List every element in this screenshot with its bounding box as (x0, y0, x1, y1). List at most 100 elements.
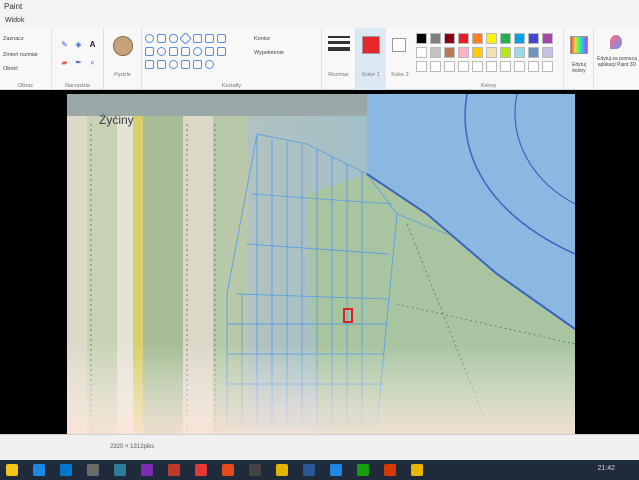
shapes-gallery[interactable] (145, 32, 243, 74)
pencil-icon[interactable]: ✎ (60, 40, 69, 49)
color-swatch[interactable] (486, 33, 497, 44)
title-bar: Paint (0, 0, 639, 14)
custom-color-slot[interactable] (416, 61, 427, 72)
taskbar-app-icon[interactable] (411, 464, 423, 476)
taskbar-app-icon[interactable] (6, 464, 18, 476)
color-swatch[interactable] (472, 33, 483, 44)
color1-button[interactable]: Kolor 1 (356, 28, 386, 90)
cloud-shape-icon[interactable] (169, 60, 178, 69)
arrow-down-shape-icon[interactable] (181, 47, 190, 56)
brush-icon[interactable] (113, 36, 133, 56)
arrow-right-shape-icon[interactable] (145, 47, 154, 56)
custom-color-slot[interactable] (500, 61, 511, 72)
custom-color-slot[interactable] (430, 61, 441, 72)
star-six-shape-icon[interactable] (193, 60, 202, 69)
curve-shape-icon[interactable] (145, 60, 154, 69)
taskbar-app-icon[interactable] (168, 464, 180, 476)
magnifier-icon[interactable]: ⌕ (88, 58, 97, 67)
taskbar-app-icon[interactable] (249, 464, 261, 476)
fill-dropdown[interactable]: Wypełnienie (254, 50, 284, 56)
color-swatch[interactable] (430, 47, 441, 58)
color-swatch[interactable] (444, 33, 455, 44)
outline-dropdown[interactable]: Kontur (254, 36, 270, 42)
polygon-shape-icon[interactable] (157, 60, 166, 69)
taskbar-app-icon[interactable] (141, 464, 153, 476)
rectangle-shape-icon[interactable] (157, 34, 166, 43)
colors-group: Kolory (414, 28, 564, 90)
color-swatch[interactable] (514, 47, 525, 58)
menu-view[interactable]: Widok (0, 14, 29, 28)
heart-shape-icon[interactable] (205, 47, 214, 56)
arrow-up-shape-icon[interactable] (169, 47, 178, 56)
callout-shape-icon[interactable] (193, 47, 202, 56)
rotate-button[interactable]: Obróć (3, 66, 18, 72)
ribbon: Zaznacz Zmień rozmiar Obróć Obraz ✎ ◈ A … (0, 28, 639, 90)
taskbar-app-icon[interactable] (330, 464, 342, 476)
pentagon-shape-icon[interactable] (193, 34, 202, 43)
color-swatch[interactable] (528, 33, 539, 44)
size-group[interactable]: Rozmiar (322, 28, 356, 90)
color-swatch[interactable] (542, 33, 553, 44)
image-group-label: Obraz (18, 83, 33, 89)
taskbar-app-icon[interactable] (384, 464, 396, 476)
custom-color-slot[interactable] (444, 61, 455, 72)
triangle-shape-icon[interactable] (217, 34, 226, 43)
color-swatch[interactable] (416, 33, 427, 44)
canvas-image[interactable]: Żyćiny (67, 94, 575, 434)
paint3d-icon (610, 35, 622, 49)
custom-color-slot[interactable] (528, 61, 539, 72)
hexagon-shape-icon[interactable] (205, 34, 214, 43)
color1-label: Kolor 1 (362, 72, 380, 78)
color-swatch[interactable] (486, 47, 497, 58)
color-swatch[interactable] (458, 47, 469, 58)
speech-bubble-shape-icon[interactable] (205, 60, 214, 69)
custom-color-slot[interactable] (542, 61, 553, 72)
taskbar-app-icon[interactable] (33, 464, 45, 476)
window-title: Paint (4, 2, 23, 11)
fill-icon[interactable]: ◈ (74, 40, 83, 49)
taskbar: 21:42 (0, 460, 639, 480)
color-swatch[interactable] (444, 47, 455, 58)
star-shape-icon[interactable] (157, 47, 166, 56)
edit-colors-button[interactable]: Edytuj kolory (564, 28, 594, 90)
color2-button[interactable]: Kolor 2 (386, 28, 414, 90)
text-icon[interactable]: A (88, 40, 97, 49)
paint-window: Paint Widok Zaznacz Zmień rozmiar Obróć … (0, 0, 639, 480)
color-picker-icon[interactable]: ✒ (74, 58, 83, 67)
color-wheel-icon (570, 36, 588, 54)
custom-color-slot[interactable] (514, 61, 525, 72)
eraser-icon[interactable]: ▰ (60, 58, 69, 67)
resize-button[interactable]: Zmień rozmiar (3, 52, 38, 58)
taskbar-app-icon[interactable] (357, 464, 369, 476)
taskbar-app-icon[interactable] (60, 464, 72, 476)
color-swatch[interactable] (500, 33, 511, 44)
taskbar-clock: 21:42 (597, 465, 615, 472)
custom-color-slot[interactable] (458, 61, 469, 72)
color-swatch[interactable] (500, 47, 511, 58)
brushes-group[interactable]: Pędzle (104, 28, 142, 90)
taskbar-app-icon[interactable] (222, 464, 234, 476)
taskbar-app-icon[interactable] (87, 464, 99, 476)
select-button[interactable]: Zaznacz (3, 36, 24, 42)
color-swatch[interactable] (542, 47, 553, 58)
rounded-rectangle-shape-icon[interactable] (169, 34, 178, 43)
color-swatch[interactable] (430, 33, 441, 44)
diamond-shape-icon[interactable] (179, 32, 192, 45)
map-place-label: Żyćiny (99, 113, 134, 127)
paint3d-button[interactable]: Edytuj za pomocą aplikacji Paint 3D (594, 28, 639, 90)
oval-shape-icon[interactable] (145, 34, 154, 43)
color-swatch[interactable] (514, 33, 525, 44)
taskbar-app-icon[interactable] (303, 464, 315, 476)
custom-color-slot[interactable] (486, 61, 497, 72)
star-five-shape-icon[interactable] (181, 60, 190, 69)
taskbar-app-icon[interactable] (114, 464, 126, 476)
lightning-shape-icon[interactable] (217, 47, 226, 56)
color-swatch[interactable] (472, 47, 483, 58)
color-swatch[interactable] (528, 47, 539, 58)
custom-color-slot[interactable] (472, 61, 483, 72)
color-swatch[interactable] (458, 33, 469, 44)
map-photo: Żyćiny (67, 94, 575, 434)
color-swatch[interactable] (416, 47, 427, 58)
taskbar-app-icon[interactable] (195, 464, 207, 476)
taskbar-app-icon[interactable] (276, 464, 288, 476)
